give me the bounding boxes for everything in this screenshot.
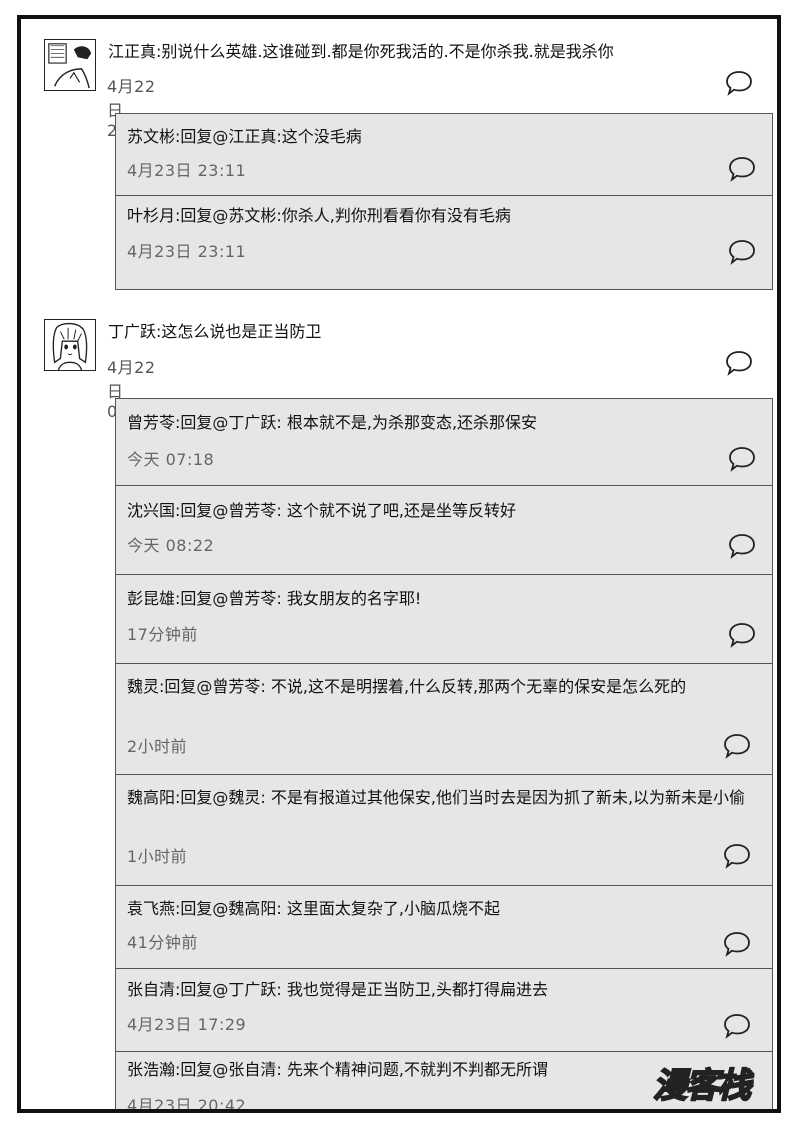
- reply-item[interactable]: 彭昆雄:回复@曾芳苓: 我女朋友的名字耶! 17分钟前: [116, 575, 772, 663]
- reply-text: 彭昆雄:回复@曾芳苓: 我女朋友的名字耶!: [127, 589, 422, 608]
- watermark-logo: 漫客栈: [652, 1065, 752, 1107]
- comment-bubble-icon[interactable]: [725, 350, 753, 376]
- reply-text: 张自清:回复@丁广跃: 我也觉得是正当防卫,头都打得扁进去: [127, 980, 548, 999]
- reply-time: 1小时前: [127, 847, 188, 866]
- reply-time: 4月23日 23:11: [127, 161, 247, 180]
- reply-time: 4月23日 20:42: [127, 1096, 247, 1113]
- reply-item[interactable]: 张自清:回复@丁广跃: 我也觉得是正当防卫,头都打得扁进去 4月23日 17:2…: [116, 969, 772, 1051]
- reply-text: 苏文彬:回复@江正真:这个没毛病: [127, 127, 362, 146]
- reply-time: 今天 08:22: [127, 536, 215, 555]
- reply-time: 今天 07:18: [127, 450, 215, 469]
- reply-time: 2小时前: [127, 737, 188, 756]
- comment-bubble-icon[interactable]: [728, 622, 756, 648]
- reply-list: 曾芳苓:回复@丁广跃: 根本就不是,为杀那变态,还杀那保安 今天 07:18 沈…: [115, 398, 773, 1113]
- avatar-icon: [45, 320, 95, 370]
- reply-time: 17分钟前: [127, 625, 198, 644]
- reply-text: 魏灵:回复@曾芳苓: 不说,这不是明摆着,什么反转,那两个无辜的保安是怎么死的: [127, 677, 687, 696]
- comment-bubble-icon[interactable]: [723, 733, 751, 759]
- comment-bubble-icon[interactable]: [725, 70, 753, 96]
- reply-item[interactable]: 袁飞燕:回复@魏高阳: 这里面太复杂了,小脑瓜烧不起 41分钟前: [116, 886, 772, 968]
- reply-time: 4月23日 23:11: [127, 242, 247, 261]
- avatar[interactable]: [44, 39, 96, 91]
- reply-time: 41分钟前: [127, 933, 198, 952]
- reply-item[interactable]: 魏灵:回复@曾芳苓: 不说,这不是明摆着,什么反转,那两个无辜的保安是怎么死的 …: [116, 664, 772, 774]
- comment-bubble-icon[interactable]: [723, 931, 751, 957]
- reply-text: 叶杉月:回复@苏文彬:你杀人,判你刑看看你有没有毛病: [127, 206, 511, 225]
- reply-item[interactable]: 苏文彬:回复@江正真:这个没毛病 4月23日 23:11: [116, 114, 772, 196]
- avatar-icon: [45, 40, 95, 90]
- reply-text: 沈兴国:回复@曾芳苓: 这个就不说了吧,还是坐等反转好: [127, 501, 516, 520]
- comment-bubble-icon[interactable]: [723, 843, 751, 869]
- comment-bubble-icon[interactable]: [723, 1013, 751, 1039]
- reply-item[interactable]: 曾芳苓:回复@丁广跃: 根本就不是,为杀那变态,还杀那保安 今天 07:18: [116, 399, 772, 485]
- comment-page: 江正真:别说什么英雄.这谁碰到.都是你死我活的.不是你杀我.就是我杀你 4月22…: [17, 15, 781, 1113]
- comment-bubble-icon[interactable]: [728, 156, 756, 182]
- comment-bubble-icon[interactable]: [728, 239, 756, 265]
- avatar[interactable]: [44, 319, 96, 371]
- reply-time: 4月23日 17:29: [127, 1015, 247, 1034]
- reply-item[interactable]: 魏高阳:回复@魏灵: 不是有报道过其他保安,他们当时去是因为抓了新未,以为新未是…: [116, 775, 772, 885]
- reply-text: 曾芳苓:回复@丁广跃: 根本就不是,为杀那变态,还杀那保安: [127, 413, 538, 432]
- comment-bubble-icon[interactable]: [728, 446, 756, 472]
- reply-text: 袁飞燕:回复@魏高阳: 这里面太复杂了,小脑瓜烧不起: [127, 899, 500, 918]
- reply-text: 魏高阳:回复@魏灵: 不是有报道过其他保安,他们当时去是因为抓了新未,以为新未是…: [127, 788, 746, 807]
- comment-text: 丁广跃:这怎么说也是正当防卫: [108, 322, 322, 341]
- reply-item[interactable]: 叶杉月:回复@苏文彬:你杀人,判你刑看看你有没有毛病 4月23日 23:11: [116, 196, 772, 289]
- reply-list: 苏文彬:回复@江正真:这个没毛病 4月23日 23:11 叶杉月:回复@苏文彬:…: [115, 113, 773, 290]
- comment-text: 江正真:别说什么英雄.这谁碰到.都是你死我活的.不是你杀我.就是我杀你: [108, 42, 614, 61]
- reply-item[interactable]: 沈兴国:回复@曾芳苓: 这个就不说了吧,还是坐等反转好 今天 08:22: [116, 486, 772, 574]
- comment-bubble-icon[interactable]: [728, 533, 756, 559]
